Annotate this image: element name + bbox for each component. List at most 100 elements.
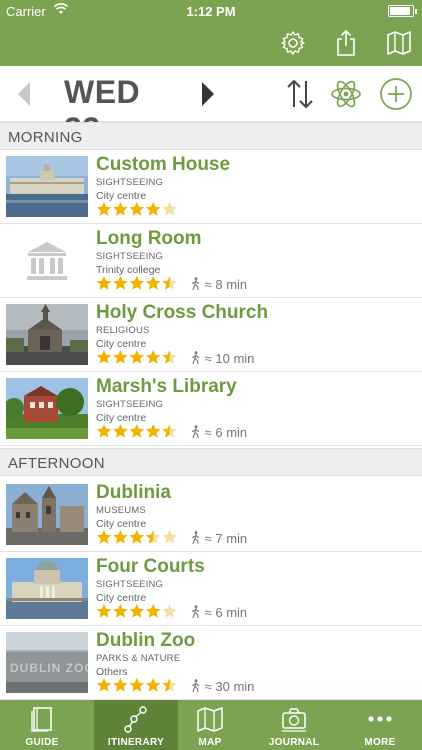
star-icon	[162, 530, 177, 544]
tab-map[interactable]: MAP	[168, 700, 252, 750]
map-book-icon[interactable]	[384, 28, 414, 58]
place-category: SIGHTSEEING	[96, 251, 164, 262]
clock: 1:12 PM	[186, 4, 236, 19]
landmark-icon	[6, 230, 88, 291]
star-icon	[162, 424, 177, 438]
star-icon	[96, 350, 112, 364]
section-title: MORNING	[8, 129, 83, 146]
star-icon	[162, 678, 177, 692]
tab-more[interactable]: MORE	[338, 700, 422, 750]
star-rating	[96, 529, 178, 545]
share-icon[interactable]	[331, 28, 361, 58]
place-name: Four Courts	[96, 556, 205, 577]
star-icon	[146, 604, 161, 618]
star-icon	[129, 604, 144, 618]
place-name: Holy Cross Church	[96, 302, 269, 323]
star-icon	[113, 424, 128, 438]
star-rating	[96, 677, 178, 693]
place-photo	[6, 484, 88, 545]
previous-day-button[interactable]	[14, 80, 34, 108]
sort-icon[interactable]	[282, 76, 318, 112]
section-header-afternoon: AFTERNOON	[0, 448, 422, 476]
next-day-button[interactable]	[198, 80, 218, 108]
star-icon	[96, 202, 112, 216]
star-icon	[96, 678, 112, 692]
star-icon	[146, 202, 161, 216]
star-rating	[96, 423, 178, 439]
list-item[interactable]: Dublinia MUSEUMS City centre ≈ 7 min	[0, 478, 422, 552]
section-header-morning: MORNING	[0, 122, 422, 150]
tab-itinerary[interactable]: ITINERARY	[94, 700, 178, 750]
list-item[interactable]: Four Courts SIGHTSEEING City centre ≈ 6 …	[0, 552, 422, 626]
day-selector: WED 22	[0, 66, 422, 147]
place-photo	[6, 156, 88, 217]
tab-label: MAP	[198, 737, 222, 748]
star-icon	[96, 424, 112, 438]
walking-time: ≈ 10 min	[190, 351, 254, 366]
gear-icon[interactable]	[278, 28, 308, 58]
place-category: SIGHTSEEING	[96, 399, 164, 410]
star-rating	[96, 349, 178, 365]
star-rating	[96, 201, 178, 217]
place-name: Dublin Zoo	[96, 630, 196, 651]
star-icon	[146, 350, 161, 364]
star-icon	[129, 202, 144, 216]
list-item[interactable]: Long Room SIGHTSEEING Trinity college ≈ …	[0, 224, 422, 298]
star-icon	[113, 604, 128, 618]
list-item[interactable]: Marsh's Library SIGHTSEEING City centre …	[0, 372, 422, 446]
walking-person-icon	[190, 277, 201, 291]
star-icon	[96, 276, 112, 290]
star-icon	[96, 604, 112, 618]
battery-icon	[388, 5, 417, 17]
place-photo	[6, 558, 88, 619]
route-icon	[122, 705, 150, 733]
walking-time-text: ≈ 10 min	[204, 351, 255, 366]
place-name: Custom House	[96, 154, 231, 175]
atom-icon[interactable]	[328, 76, 364, 112]
star-icon	[162, 350, 177, 364]
place-category: RELIGIOUS	[96, 325, 150, 336]
place-name: Dublinia	[96, 482, 171, 503]
navigation-bar: Carrier 1:12 PM	[0, 0, 422, 66]
walking-time-text: ≈ 6 min	[204, 605, 248, 620]
add-circle-icon[interactable]	[378, 76, 414, 112]
walking-time-text: ≈ 6 min	[204, 425, 248, 440]
star-icon	[146, 276, 161, 290]
place-photo	[6, 378, 88, 439]
walking-time: ≈ 7 min	[190, 531, 247, 546]
place-category: SIGHTSEEING	[96, 177, 164, 188]
walking-time-text: ≈ 7 min	[204, 531, 248, 546]
place-category: SIGHTSEEING	[96, 579, 164, 590]
star-rating	[96, 275, 178, 291]
walking-time-text: ≈ 8 min	[204, 277, 248, 292]
star-icon	[162, 276, 177, 290]
star-icon	[146, 530, 161, 544]
list-item[interactable]: Holy Cross Church RELIGIOUS City centre …	[0, 298, 422, 372]
star-icon	[113, 276, 128, 290]
place-category: PARKS & NATURE	[96, 653, 181, 664]
star-icon	[129, 276, 144, 290]
walking-time: ≈ 6 min	[190, 425, 247, 440]
tab-guide[interactable]: GUIDE	[0, 700, 84, 750]
walking-person-icon	[190, 531, 201, 545]
star-icon	[146, 424, 161, 438]
place-name: Marsh's Library	[96, 376, 237, 397]
walking-person-icon	[190, 351, 201, 365]
star-icon	[113, 678, 128, 692]
list-item[interactable]: Custom House SIGHTSEEING City centre	[0, 150, 422, 224]
star-icon	[162, 202, 177, 216]
status-bar: Carrier 1:12 PM	[0, 0, 422, 22]
section-title: AFTERNOON	[8, 455, 105, 472]
svg-text:DUBLIN ZOO: DUBLIN ZOO	[10, 661, 88, 675]
star-icon	[146, 678, 161, 692]
star-icon	[96, 530, 112, 544]
tab-label: GUIDE	[25, 737, 59, 748]
tab-journal[interactable]: JOURNAL	[252, 700, 336, 750]
tab-bar: GUIDE ITINERARY MAP JOURNAL MORE	[0, 700, 422, 750]
list-item[interactable]: DUBLIN ZOO Dublin Zoo PARKS & NATURE Oth…	[0, 626, 422, 700]
star-icon	[113, 350, 128, 364]
star-icon	[113, 202, 128, 216]
walking-person-icon	[190, 425, 201, 439]
place-photo: DUBLIN ZOO	[6, 632, 88, 693]
star-icon	[129, 530, 144, 544]
